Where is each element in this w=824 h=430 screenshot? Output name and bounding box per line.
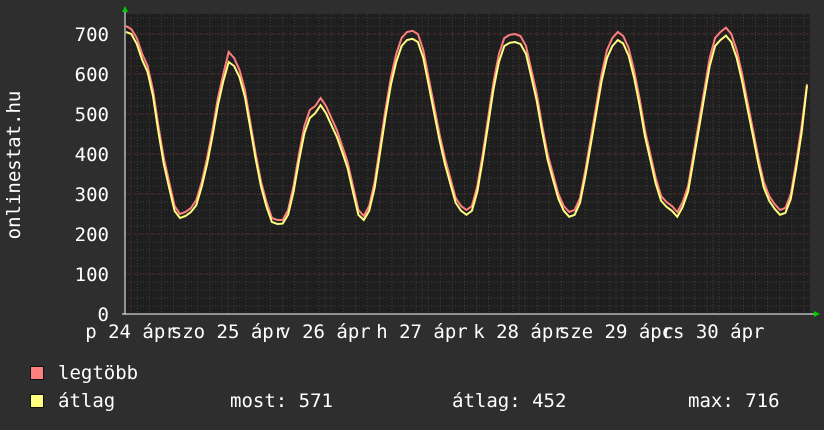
- x-tick-label: cs 30 ápr: [662, 321, 765, 343]
- stat-now: most: 571: [230, 390, 333, 412]
- x-tick-label: h 27 ápr: [376, 321, 468, 343]
- x-tick-label: v 26 ápr: [279, 321, 371, 343]
- legend-swatch-max: [30, 366, 44, 380]
- x-tick-label: p 24 ápr: [85, 321, 177, 343]
- x-tick-label: sze 29 ápr: [559, 321, 673, 343]
- y-tick-label: 400: [75, 144, 109, 166]
- legend-label-avg: átlag: [58, 390, 116, 412]
- y-tick-label: 300: [75, 184, 109, 206]
- legend-swatch-avg: [30, 394, 44, 408]
- legend-item-avg: átlag: [30, 390, 115, 412]
- y-tick-label: 500: [75, 104, 109, 126]
- y-tick-label: 100: [75, 264, 109, 286]
- legend-label-max: legtöbb: [58, 362, 139, 384]
- stat-avg: átlag: 452: [452, 390, 567, 412]
- y-tick-label: 700: [75, 24, 109, 46]
- graph-canvas: 0 100 200 300 400 500 600 700 p 24 ápr szo 25 ápr…: [0, 0, 824, 430]
- y-tick-label: 600: [75, 64, 109, 86]
- y-tick-label: 200: [75, 224, 109, 246]
- x-tick-label: k 28 ápr: [473, 321, 565, 343]
- stat-max: max: 716: [688, 390, 780, 412]
- y-axis-arrow: [122, 6, 128, 12]
- legend-item-max: legtöbb: [30, 362, 138, 384]
- x-tick-label: szo 25 ápr: [171, 321, 285, 343]
- y-axis-label: onlinestat.hu: [3, 91, 25, 240]
- x-axis-arrow: [814, 311, 820, 317]
